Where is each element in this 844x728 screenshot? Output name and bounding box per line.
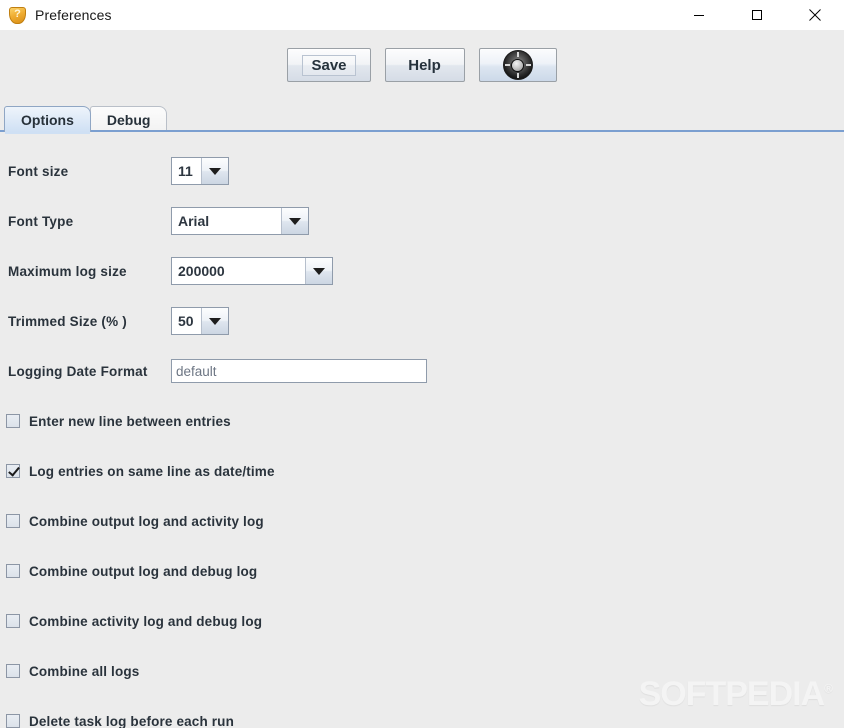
checkbox-enter-new-line[interactable]: [6, 414, 20, 428]
tab-options-label: Options: [21, 111, 74, 128]
checkbox-label-combine-output-debug: Combine output log and debug log: [29, 563, 258, 579]
font-type-combo[interactable]: Arial: [171, 207, 309, 235]
save-button-label: Save: [302, 54, 356, 76]
chevron-down-icon: [209, 167, 221, 175]
close-button[interactable]: [786, 0, 844, 30]
target-scope-icon: [502, 50, 533, 80]
checkbox-label-combine-all-logs: Combine all logs: [29, 663, 140, 679]
help-button[interactable]: Help: [384, 48, 465, 82]
window-title: Preferences: [35, 7, 112, 23]
max-log-size-dropdown-button[interactable]: [306, 258, 332, 284]
maximize-button[interactable]: [728, 0, 786, 30]
logging-date-format-input[interactable]: [171, 359, 427, 383]
tab-debug[interactable]: Debug: [89, 106, 168, 132]
checkbox-combine-all-logs[interactable]: [6, 664, 20, 678]
title-bar: ? Preferences: [0, 0, 844, 30]
save-button[interactable]: Save: [287, 48, 371, 82]
title-bar-left: ? Preferences: [0, 6, 112, 24]
font-size-dropdown-button[interactable]: [202, 158, 228, 184]
field-row-logging-date-format: Logging Date Format: [0, 346, 844, 396]
checkbox-row-same-line-datetime[interactable]: Log entries on same line as date/time: [0, 446, 844, 496]
font-type-dropdown-button[interactable]: [282, 208, 308, 234]
tab-debug-label: Debug: [106, 111, 151, 128]
checkbox-row-combine-output-activity[interactable]: Combine output log and activity log: [0, 496, 844, 546]
chevron-down-icon: [289, 217, 301, 225]
toolbar: Save Help: [0, 30, 844, 104]
max-log-size-combo[interactable]: 200000: [171, 257, 333, 285]
trimmed-size-label: Trimmed Size (% ): [8, 313, 127, 329]
font-size-combo[interactable]: 11: [171, 157, 229, 185]
field-row-trimmed-size: Trimmed Size (% ) 50: [0, 296, 844, 346]
watermark-registered-mark: ®: [824, 681, 833, 696]
field-row-font-type: Font Type Arial: [0, 196, 844, 246]
field-row-font-size: Font size 11: [0, 146, 844, 196]
options-panel: Font size 11 Font Type Arial Maximum log…: [0, 132, 844, 728]
checkbox-combine-output-debug[interactable]: [6, 564, 20, 578]
maximize-icon: [751, 9, 763, 21]
help-button-label: Help: [408, 56, 441, 74]
font-type-label: Font Type: [8, 213, 74, 229]
tab-options[interactable]: Options: [4, 106, 91, 134]
checkbox-label-delete-task-log: Delete task log before each run: [29, 713, 234, 728]
tab-strip: Options Debug: [0, 104, 844, 134]
max-log-size-label: Maximum log size: [8, 263, 127, 279]
shield-icon-glyph: ?: [14, 7, 21, 20]
trimmed-size-value: 50: [172, 308, 202, 334]
font-type-value: Arial: [172, 208, 282, 234]
shield-icon: ?: [9, 6, 26, 24]
field-row-max-log-size: Maximum log size 200000: [0, 246, 844, 296]
window-controls: [670, 0, 844, 30]
minimize-button[interactable]: [670, 0, 728, 30]
minimize-icon: [693, 9, 705, 21]
logging-date-format-label: Logging Date Format: [8, 363, 148, 379]
chevron-down-icon: [209, 317, 221, 325]
font-size-label: Font size: [8, 163, 69, 179]
close-icon: [808, 8, 822, 22]
checkbox-combine-activity-debug[interactable]: [6, 614, 20, 628]
checkbox-row-enter-new-line[interactable]: Enter new line between entries: [0, 396, 844, 446]
checkbox-row-combine-activity-debug[interactable]: Combine activity log and debug log: [0, 596, 844, 646]
font-size-value: 11: [172, 158, 202, 184]
scope-button[interactable]: [478, 48, 557, 82]
chevron-down-icon: [313, 267, 325, 275]
max-log-size-value: 200000: [172, 258, 306, 284]
trimmed-size-combo[interactable]: 50: [171, 307, 229, 335]
softpedia-watermark: SOFTPEDIA®: [638, 675, 833, 714]
checkbox-label-enter-new-line: Enter new line between entries: [29, 413, 231, 429]
checkbox-label-combine-activity-debug: Combine activity log and debug log: [29, 613, 263, 629]
checkbox-label-same-line-datetime: Log entries on same line as date/time: [29, 463, 275, 479]
checkbox-combine-output-activity[interactable]: [6, 514, 20, 528]
checkbox-same-line-datetime[interactable]: [6, 464, 20, 478]
checkbox-delete-task-log[interactable]: [6, 714, 20, 728]
checkbox-label-combine-output-activity: Combine output log and activity log: [29, 513, 264, 529]
watermark-text: SOFTPEDIA: [638, 675, 826, 713]
checkbox-row-combine-output-debug[interactable]: Combine output log and debug log: [0, 546, 844, 596]
trimmed-size-dropdown-button[interactable]: [202, 308, 228, 334]
